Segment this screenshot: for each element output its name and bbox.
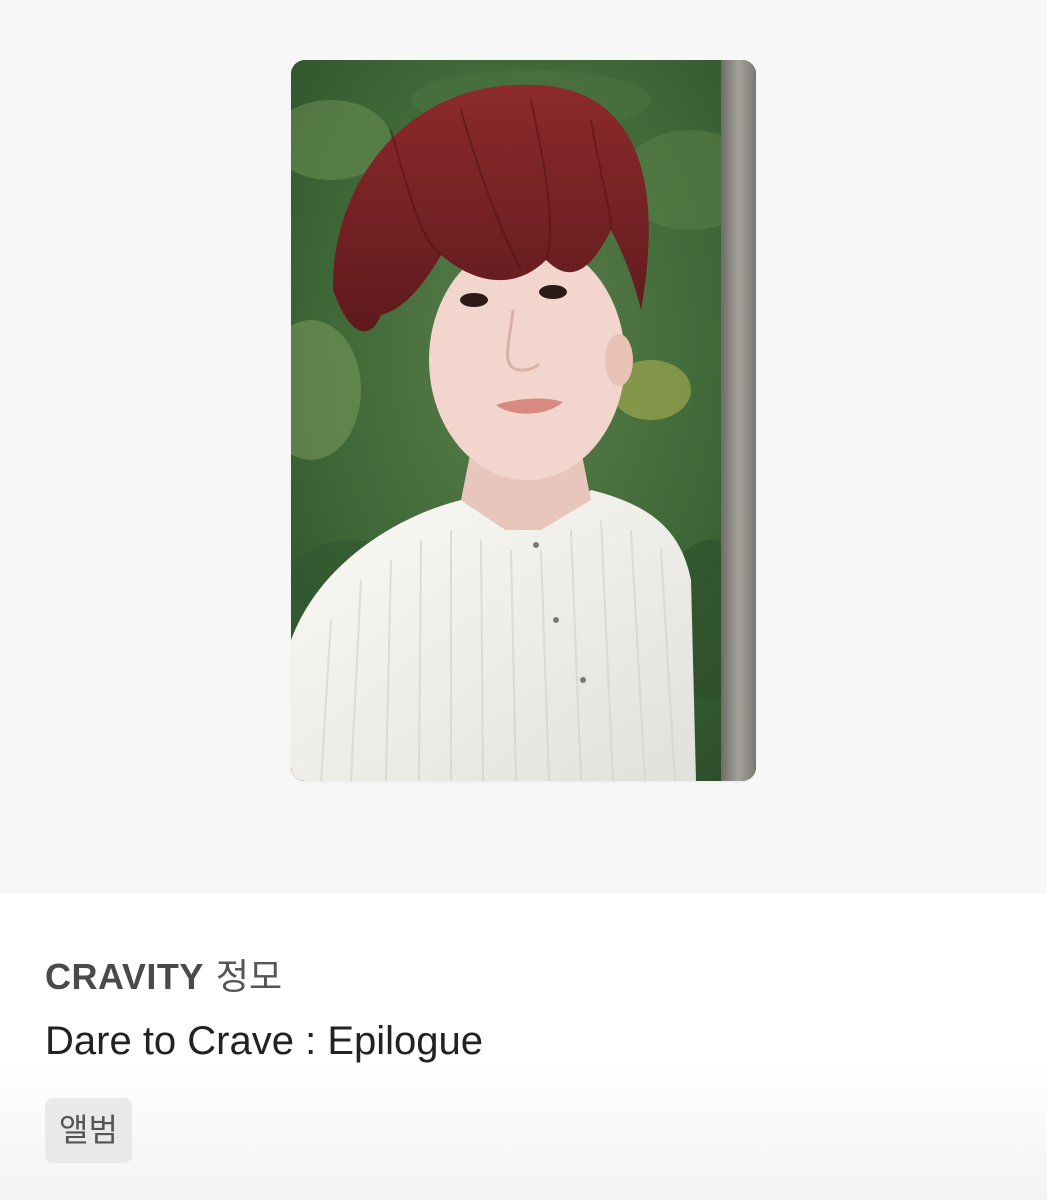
category-tag[interactable]: 앨범: [45, 1098, 132, 1163]
photocard-portrait: [291, 60, 756, 781]
member-name: 정모: [215, 956, 283, 997]
album-title: Dare to Crave : Epilogue: [45, 1019, 484, 1063]
group-name: CRAVITY: [45, 956, 204, 997]
photocard-image[interactable]: [291, 60, 756, 781]
artist-line: CRAVITY 정모: [45, 955, 282, 999]
product-image-area: [0, 0, 1047, 893]
